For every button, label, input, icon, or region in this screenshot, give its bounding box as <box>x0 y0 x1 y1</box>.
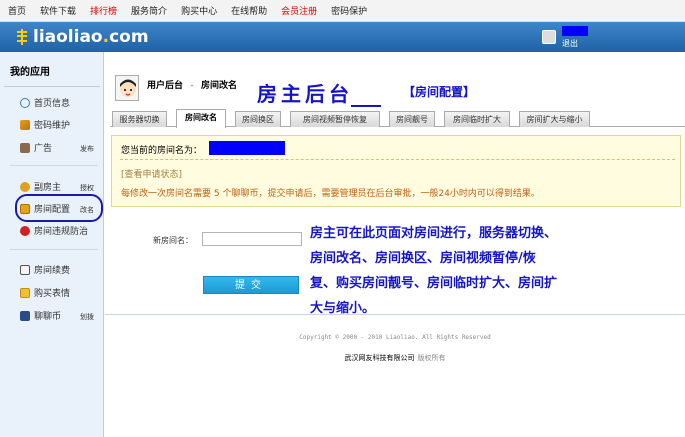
breadcrumb-root[interactable]: 用户后台 <box>147 81 183 91</box>
nav-help[interactable]: 在线帮助 <box>231 4 267 17</box>
tab-video-pause[interactable]: 房间视频暂停恢复 <box>290 111 380 127</box>
key-icon <box>20 119 30 130</box>
sidebar-separator <box>10 165 98 166</box>
sidebar-item-label: 广告 <box>34 144 53 154</box>
tab-bar: 服务器切换 房间改名 房间换区 房间视频暂停恢复 房间靓号 房间临时扩大 房间扩… <box>110 109 685 128</box>
sidebar-item-ads[interactable]: 广告 <box>20 141 52 154</box>
rights-text: 版权所有 <box>417 354 446 362</box>
cartoon-face-icon <box>120 79 136 97</box>
nav-register[interactable]: 会员注册 <box>281 4 317 17</box>
nav-ranking[interactable]: 排行榜 <box>90 4 117 17</box>
logo-tld: com <box>109 27 149 47</box>
new-name-label: 新房间名： <box>153 236 193 245</box>
sidebar-item-violation[interactable]: 房间违规防治 <box>20 224 88 237</box>
footer-divider <box>105 314 685 315</box>
site-header: liaoliao.com 退出 <box>0 22 685 52</box>
username-redacted <box>562 26 588 36</box>
copyright-text: Copyright © 2000 - 2010 Liaoliao. All Ri… <box>299 334 491 341</box>
tab-temp-expand[interactable]: 房间临时扩大 <box>444 111 510 127</box>
breadcrumb-separator: - <box>190 81 194 91</box>
tab-server-switch[interactable]: 服务器切换 <box>112 111 167 127</box>
nav-password-protect[interactable]: 密码保护 <box>331 4 367 17</box>
nav-purchase[interactable]: 购买中心 <box>181 4 217 17</box>
notice-divider <box>120 159 675 160</box>
annotation-description: 房主可在此页面对房间进行，服务器切换、房间改名、房间换区、房间视频暂停/恢复、购… <box>310 226 558 316</box>
sidebar-ads-publish-link[interactable]: 发布 <box>80 144 94 154</box>
tab-expand-shrink[interactable]: 房间扩大与缩小 <box>519 111 590 127</box>
user-box: 退出 <box>542 26 597 48</box>
current-name-label: 您当前的房间名为： <box>121 146 203 156</box>
sidebar: 我的应用 首页信息 密码维护 广告 发布 副房主 授权 房间配置 改名 房间违规… <box>0 52 104 437</box>
breadcrumb: 用户后台 - 房间改名 <box>147 78 237 91</box>
site-logo[interactable]: liaoliao.com <box>16 27 149 47</box>
logo-main: liaoliao <box>33 27 103 47</box>
submit-button[interactable]: 提交 <box>203 276 299 294</box>
sidebar-item-renew[interactable]: 房间续费 <box>20 263 70 276</box>
nav-home[interactable]: 首页 <box>8 4 26 17</box>
coin-icon <box>20 310 30 321</box>
sidebar-item-password[interactable]: 密码维护 <box>20 118 70 131</box>
check-status-link[interactable]: [查看申请状态] <box>121 167 182 180</box>
sidebar-item-coins[interactable]: 聊聊币 <box>20 309 61 322</box>
emoticon-icon <box>20 287 30 298</box>
annotation-title: 房主后台 <box>257 78 381 107</box>
nav-services[interactable]: 服务简介 <box>131 4 167 17</box>
sidebar-deputy-authorize-link[interactable]: 授权 <box>80 183 94 193</box>
avatar[interactable] <box>542 30 556 44</box>
tab-room-zone[interactable]: 房间换区 <box>235 111 281 127</box>
nav-download[interactable]: 软件下载 <box>40 4 76 17</box>
logo-mark-icon <box>17 29 27 45</box>
top-navigation: 首页 软件下载 排行榜 服务简介 购买中心 在线帮助 会员注册 密码保护 <box>0 0 685 22</box>
tab-room-rename[interactable]: 房间改名 <box>176 109 226 128</box>
sidebar-item-label: 副房主 <box>34 183 62 193</box>
notice-box: 您当前的房间名为： [查看申请状态] 每修改一次房间名需要 5 个聊聊币，提交申… <box>111 135 681 207</box>
logout-link[interactable]: 退出 <box>562 38 578 49</box>
annotation-underline <box>351 89 381 107</box>
sidebar-item-label: 购买表情 <box>34 289 71 299</box>
home-info-icon <box>20 97 30 108</box>
highlight-circle <box>15 194 103 222</box>
logo-text: liaoliao.com <box>33 27 149 47</box>
sidebar-title: 我的应用 <box>10 67 50 78</box>
company-line: 武汉网友科技有限公司 版权所有 <box>105 353 685 363</box>
sidebar-divider <box>4 86 100 87</box>
company-name: 武汉网友科技有限公司 <box>344 354 415 362</box>
main-content: 用户后台 - 房间改名 房主后台 【房间配置】 服务器切换 房间改名 房间换区 房间… <box>105 52 685 437</box>
sidebar-item-label: 聊聊币 <box>34 312 62 322</box>
calendar-icon <box>20 264 30 275</box>
sidebar-coins-transfer-link[interactable]: 划拨 <box>80 312 94 322</box>
breadcrumb-current: 房间改名 <box>201 81 238 91</box>
tab-premium-number[interactable]: 房间靓号 <box>389 111 435 127</box>
sidebar-item-label: 房间违规防治 <box>34 227 89 237</box>
rename-info-text: 每修改一次房间名需要 5 个聊聊币，提交申请后，需要管理员在后台审批，一般24小… <box>121 189 540 199</box>
annotation-subtitle: 【房间配置】 <box>403 85 476 99</box>
sidebar-separator <box>10 249 98 250</box>
sidebar-item-home-info[interactable]: 首页信息 <box>20 96 70 109</box>
violation-icon <box>20 225 30 236</box>
annotation-title-text: 房主后台 <box>257 82 353 106</box>
sidebar-item-deputy-owner[interactable]: 副房主 <box>20 180 61 193</box>
ad-icon <box>20 142 30 153</box>
current-name-redacted <box>209 141 285 155</box>
sidebar-item-label: 房间续费 <box>34 266 71 276</box>
new-name-input[interactable] <box>202 232 302 246</box>
sidebar-item-label: 首页信息 <box>34 99 71 109</box>
user-avatar-icon <box>115 75 139 101</box>
sidebar-item-emoticons[interactable]: 购买表情 <box>20 286 70 299</box>
deputy-owner-icon <box>20 181 30 192</box>
sidebar-item-label: 密码维护 <box>34 121 71 131</box>
